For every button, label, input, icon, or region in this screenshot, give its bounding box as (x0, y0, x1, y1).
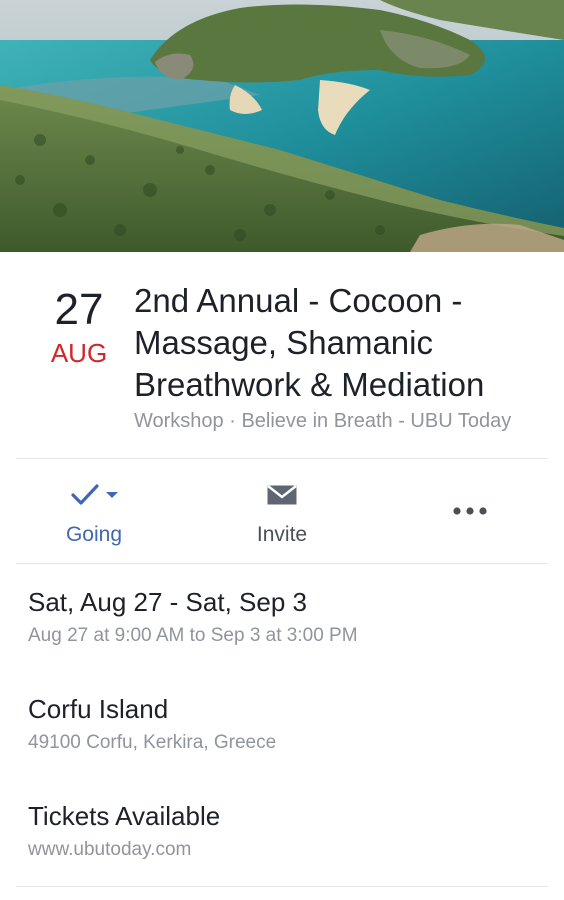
event-action-bar: Going Invite (0, 460, 564, 562)
date-range: Sat, Aug 27 - Sat, Sep 3 (28, 587, 307, 617)
location-name: Corfu Island (28, 694, 169, 724)
event-header: 27 AUG 2nd Annual - Cocoon - Massage, Sh… (0, 252, 564, 458)
coastal-landscape-image (0, 0, 564, 252)
event-subtitle[interactable]: Workshop · Believe in Breath - UBU Today (134, 408, 554, 434)
tickets-link[interactable]: www.ubutoday.com (28, 838, 548, 862)
event-cover-photo[interactable] (0, 0, 564, 252)
more-options-button[interactable] (430, 460, 510, 562)
event-month: AUG (50, 338, 108, 368)
divider (16, 563, 548, 564)
chevron-down-icon (106, 492, 118, 498)
divider (16, 458, 548, 459)
going-label: Going (65, 523, 123, 546)
location-address: 49100 Corfu, Kerkira, Greece (28, 732, 277, 753)
tickets-label: Tickets Available (28, 801, 221, 831)
going-button[interactable]: Going (34, 460, 154, 562)
event-date-badge: 27 AUG (38, 285, 120, 369)
divider (16, 886, 548, 887)
event-location-row[interactable]: Corfu Island 49100 Corfu, Kerkira, Greec… (28, 693, 548, 755)
event-title: 2nd Annual - Cocoon - Massage, Shamanic … (134, 282, 485, 403)
time-range: Aug 27 at 9:00 AM to Sep 3 at 3:00 PM (28, 625, 358, 646)
invite-button[interactable]: Invite (222, 460, 342, 562)
envelope-icon (267, 485, 297, 505)
event-date-row[interactable]: Sat, Aug 27 - Sat, Sep 3 Aug 27 at 9:00 … (28, 586, 548, 648)
invite-label: Invite (256, 523, 308, 546)
event-tickets-row[interactable]: Tickets Available www.ubutoday.com (28, 800, 548, 862)
event-day: 27 (54, 285, 104, 334)
checkmark-icon (71, 484, 118, 505)
more-dots-icon (453, 507, 487, 515)
